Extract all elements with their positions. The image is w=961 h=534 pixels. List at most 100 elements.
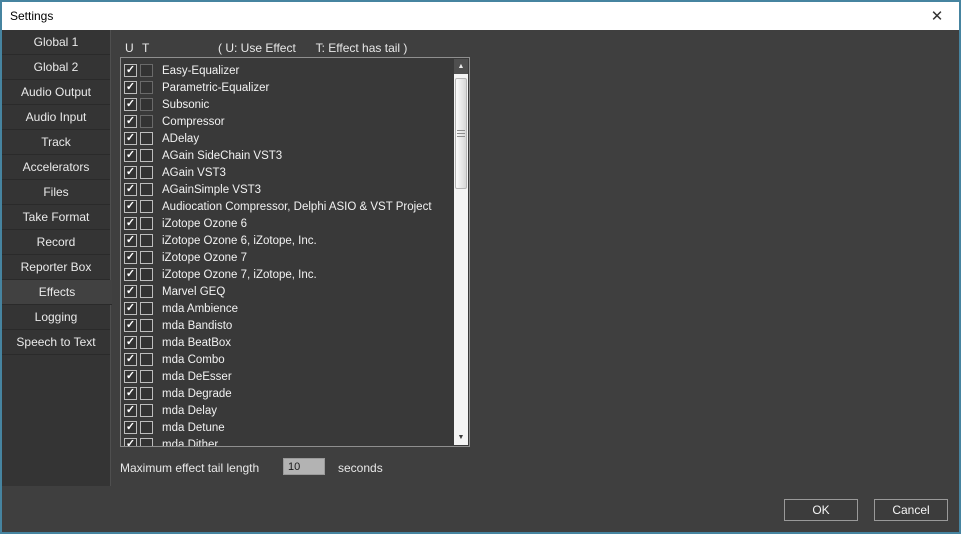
effect-has-tail-checkbox [140, 115, 153, 128]
tail-length-label: Maximum effect tail length [120, 461, 259, 475]
effect-has-tail-checkbox[interactable] [140, 200, 153, 213]
effect-has-tail-checkbox[interactable] [140, 319, 153, 332]
effect-row: ✓mda Detune [121, 419, 454, 436]
effect-row: ✓AGainSimple VST3 [121, 181, 454, 198]
use-effect-checkbox[interactable]: ✓ [124, 336, 137, 349]
sidebar-item-reporter-box[interactable]: Reporter Box [2, 255, 110, 280]
sidebar-item-global-1[interactable]: Global 1 [2, 30, 110, 55]
effect-has-tail-checkbox [140, 81, 153, 94]
effect-name: ADelay [162, 133, 199, 145]
sidebar-item-global-2[interactable]: Global 2 [2, 55, 110, 80]
effect-has-tail-checkbox[interactable] [140, 285, 153, 298]
scrollbar-grip-icon [457, 130, 465, 138]
effect-name: iZotope Ozone 6, iZotope, Inc. [162, 235, 317, 247]
sidebar-item-audio-output[interactable]: Audio Output [2, 80, 110, 105]
effect-name: mda DeEsser [162, 371, 232, 383]
effect-name: Compressor [162, 116, 225, 128]
use-effect-checkbox[interactable]: ✓ [124, 268, 137, 281]
sidebar-item-track[interactable]: Track [2, 130, 110, 155]
effect-has-tail-checkbox[interactable] [140, 302, 153, 315]
effect-row: ✓ mda DeEsser [121, 368, 454, 385]
cancel-button[interactable]: Cancel [874, 499, 948, 521]
effect-has-tail-checkbox[interactable] [140, 404, 153, 417]
effect-name: Audiocation Compressor, Delphi ASIO & VS… [162, 201, 432, 213]
use-effect-checkbox[interactable]: ✓ [124, 251, 137, 264]
use-effect-checkbox[interactable]: ✓ [124, 115, 137, 128]
use-effect-checkbox[interactable]: ✓ [124, 387, 137, 400]
effect-name: AGain SideChain VST3 [162, 150, 282, 162]
sidebar-item-audio-input[interactable]: Audio Input [2, 105, 110, 130]
column-header-u: U [125, 41, 134, 56]
effect-has-tail-checkbox[interactable] [140, 217, 153, 230]
effect-row: ✓iZotope Ozone 7, iZotope, Inc. [121, 266, 454, 283]
effect-has-tail-checkbox[interactable] [140, 438, 153, 446]
use-effect-checkbox[interactable]: ✓ [124, 370, 137, 383]
effect-row: ✓mda Bandisto [121, 317, 454, 334]
tail-length-unit: seconds [338, 461, 383, 475]
use-effect-checkbox[interactable]: ✓ [124, 132, 137, 145]
use-effect-checkbox[interactable]: ✓ [124, 421, 137, 434]
effect-name: mda BeatBox [162, 337, 231, 349]
effect-has-tail-checkbox [140, 64, 153, 77]
effect-has-tail-checkbox[interactable] [140, 268, 153, 281]
effect-name: Easy-Equalizer [162, 65, 239, 77]
use-effect-checkbox[interactable]: ✓ [124, 302, 137, 315]
title-bar: Settings ✕ [2, 2, 959, 30]
use-effect-checkbox[interactable]: ✓ [124, 166, 137, 179]
sidebar-item-logging[interactable]: Logging [2, 305, 110, 330]
effect-name: AGain VST3 [162, 167, 226, 179]
scrollbar-thumb[interactable] [455, 78, 467, 189]
close-icon[interactable]: ✕ [924, 6, 950, 26]
sidebar-item-record[interactable]: Record [2, 230, 110, 255]
use-effect-checkbox[interactable]: ✓ [124, 81, 137, 94]
use-effect-checkbox[interactable]: ✓ [124, 234, 137, 247]
effect-has-tail-checkbox[interactable] [140, 132, 153, 145]
use-effect-checkbox[interactable]: ✓ [124, 285, 137, 298]
settings-dialog: Settings ✕ Global 1Global 2Audio OutputA… [0, 0, 961, 534]
effect-has-tail-checkbox[interactable] [140, 183, 153, 196]
effect-row: ✓Parametric-Equalizer [121, 79, 454, 96]
use-effect-checkbox[interactable]: ✓ [124, 319, 137, 332]
columns-legend: ( U: Use Effect T: Effect has tail ) [218, 41, 407, 56]
effect-row: ✓mda Ambience [121, 300, 454, 317]
effect-has-tail-checkbox[interactable] [140, 336, 153, 349]
effect-row: ✓ Subsonic [121, 96, 454, 113]
use-effect-checkbox[interactable]: ✓ [124, 149, 137, 162]
effect-row: ✓ Marvel GEQ [121, 283, 454, 300]
effect-row: ✓ Compressor [121, 113, 454, 130]
sidebar-item-speech-to-text[interactable]: Speech to Text [2, 330, 110, 355]
effect-has-tail-checkbox[interactable] [140, 234, 153, 247]
effect-row: ✓ AGain VST3 [121, 164, 454, 181]
effect-row: ✓ ADelay [121, 130, 454, 147]
use-effect-checkbox[interactable]: ✓ [124, 353, 137, 366]
effect-has-tail-checkbox[interactable] [140, 387, 153, 400]
scroll-down-icon[interactable]: ▼ [454, 430, 468, 445]
effect-has-tail-checkbox[interactable] [140, 166, 153, 179]
use-effect-checkbox[interactable]: ✓ [124, 217, 137, 230]
sidebar-item-accelerators[interactable]: Accelerators [2, 155, 110, 180]
ok-button[interactable]: OK [784, 499, 858, 521]
use-effect-checkbox[interactable]: ✓ [124, 64, 137, 77]
effect-name: Subsonic [162, 99, 209, 111]
use-effect-checkbox[interactable]: ✓ [124, 183, 137, 196]
effect-row: ✓iZotope Ozone 7 [121, 249, 454, 266]
effect-has-tail-checkbox[interactable] [140, 149, 153, 162]
use-effect-checkbox[interactable]: ✓ [124, 404, 137, 417]
scrollbar[interactable]: ▲ ▼ [454, 59, 468, 445]
tail-length-input[interactable] [283, 458, 325, 475]
sidebar-item-take-format[interactable]: Take Format [2, 205, 110, 230]
effect-name: mda Delay [162, 405, 217, 417]
use-effect-checkbox[interactable]: ✓ [124, 98, 137, 111]
effect-has-tail-checkbox[interactable] [140, 370, 153, 383]
effect-name: Marvel GEQ [162, 286, 225, 298]
effect-has-tail-checkbox[interactable] [140, 251, 153, 264]
sidebar-item-files[interactable]: Files [2, 180, 110, 205]
effect-row: ✓ AGain SideChain VST3 [121, 147, 454, 164]
effect-name: iZotope Ozone 6 [162, 218, 247, 230]
use-effect-checkbox[interactable]: ✓ [124, 200, 137, 213]
sidebar-item-effects[interactable]: Effects [2, 280, 112, 305]
use-effect-checkbox[interactable]: ✓ [124, 438, 137, 446]
effect-has-tail-checkbox[interactable] [140, 353, 153, 366]
scroll-up-icon[interactable]: ▲ [454, 59, 468, 74]
effect-has-tail-checkbox[interactable] [140, 421, 153, 434]
